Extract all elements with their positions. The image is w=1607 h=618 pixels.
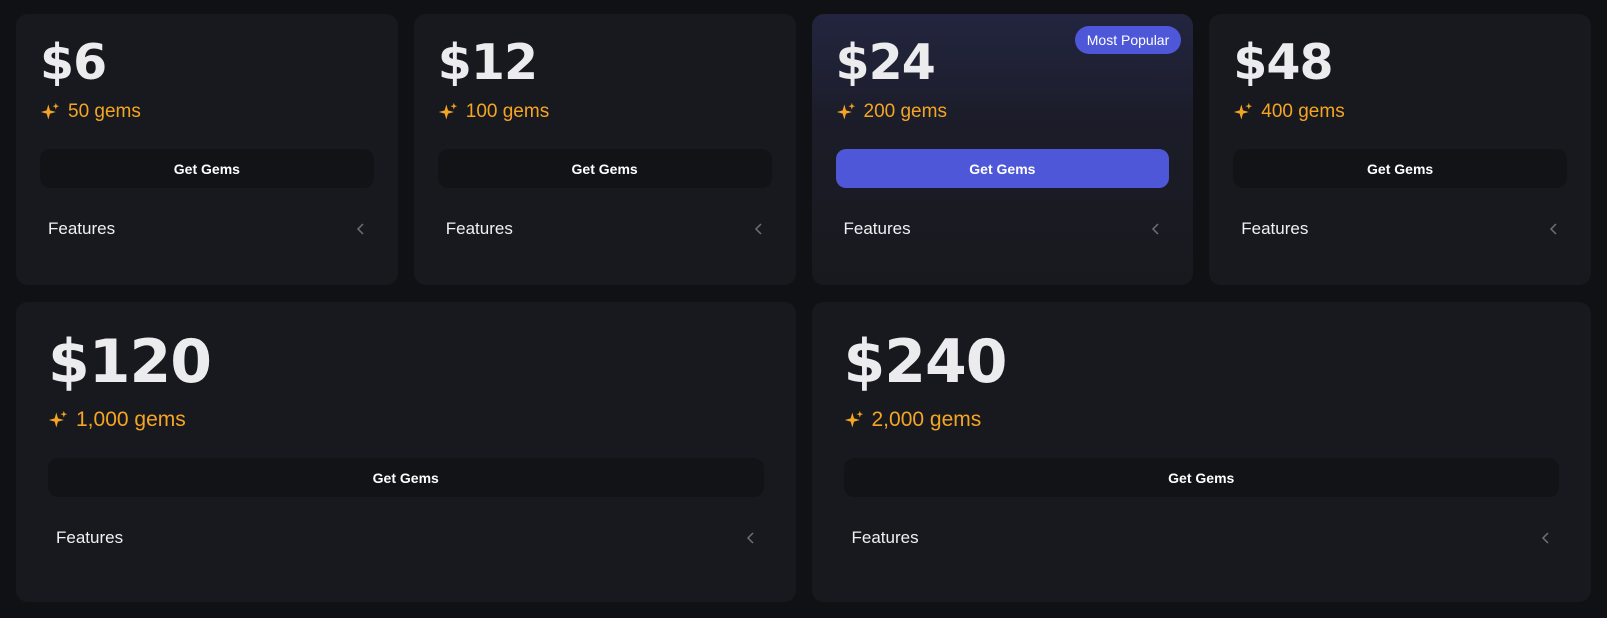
pricing-row-bottom: $120 1,000 gems Get Gems Features $240 2… [16, 302, 1591, 602]
plan-card-24: Most Popular $24 200 gems Get Gems Featu… [811, 14, 1194, 285]
plan-gems-label: 400 gems [1261, 101, 1345, 122]
pricing-grid: $6 50 gems Get Gems Features $12 100 gem… [16, 14, 1591, 602]
plan-gems: 400 gems [1233, 101, 1567, 123]
chevron-left-icon [754, 223, 764, 235]
plan-price: $48 [1233, 34, 1333, 91]
sparkle-icon [48, 410, 68, 430]
features-toggle[interactable]: Features [844, 517, 1560, 559]
features-toggle[interactable]: Features [836, 208, 1170, 250]
plan-card-12: $12 100 gems Get Gems Features [413, 14, 796, 285]
plan-gems-label: 200 gems [863, 101, 947, 122]
plan-gems-label: 2,000 gems [871, 408, 982, 431]
features-toggle[interactable]: Features [40, 208, 374, 250]
features-label: Features [843, 219, 911, 238]
sparkle-icon [1233, 102, 1253, 122]
get-gems-button[interactable]: Get Gems [437, 149, 772, 188]
sparkle-icon [438, 102, 458, 122]
chevron-left-icon [746, 532, 756, 544]
sparkle-icon [40, 102, 60, 122]
chevron-left-icon [1549, 223, 1559, 235]
features-label: Features [851, 528, 919, 547]
features-toggle[interactable]: Features [48, 517, 764, 559]
features-label: Features [56, 528, 124, 547]
plan-gems: 100 gems [438, 101, 772, 123]
plan-gems-label: 1,000 gems [76, 408, 186, 431]
get-gems-button[interactable]: Get Gems [835, 149, 1170, 188]
features-label: Features [445, 219, 513, 238]
plan-gems: 2,000 gems [844, 408, 1560, 432]
chevron-left-icon [356, 223, 366, 235]
plan-price: $120 [48, 327, 212, 397]
plan-gems-label: 100 gems [465, 101, 550, 122]
sparkle-icon [836, 102, 856, 122]
plan-gems: 200 gems [836, 101, 1170, 123]
plan-price: $12 [437, 34, 538, 91]
features-toggle[interactable]: Features [438, 208, 772, 250]
get-gems-button[interactable]: Get Gems [1233, 149, 1567, 188]
plan-gems-label: 50 gems [68, 101, 141, 122]
plan-price: $6 [40, 34, 107, 91]
plan-card-48: $48 400 gems Get Gems Features [1209, 14, 1591, 285]
plan-price: $240 [843, 327, 1008, 397]
get-gems-button[interactable]: Get Gems [843, 458, 1559, 497]
plan-gems: 1,000 gems [48, 408, 764, 432]
plan-card-120: $120 1,000 gems Get Gems Features [16, 302, 796, 602]
features-toggle[interactable]: Features [1233, 208, 1567, 250]
pricing-row-top: $6 50 gems Get Gems Features $12 100 gem… [16, 14, 1591, 285]
get-gems-button[interactable]: Get Gems [48, 458, 764, 497]
most-popular-badge: Most Popular [1074, 26, 1182, 54]
features-label: Features [1241, 219, 1309, 238]
sparkle-icon [844, 410, 864, 430]
get-gems-button[interactable]: Get Gems [40, 149, 374, 188]
plan-card-6: $6 50 gems Get Gems Features [16, 14, 398, 285]
chevron-left-icon [1541, 532, 1551, 544]
chevron-left-icon [1151, 223, 1161, 235]
plan-gems: 50 gems [40, 101, 374, 123]
plan-card-240: $240 2,000 gems Get Gems Features [811, 302, 1591, 602]
features-label: Features [48, 219, 116, 238]
